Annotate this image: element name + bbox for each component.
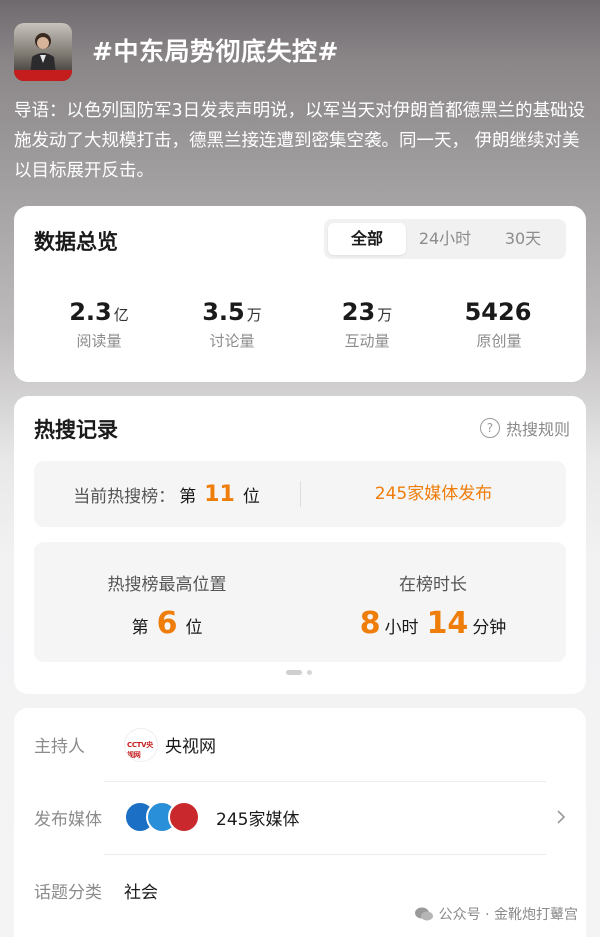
thumbnail-banner xyxy=(14,70,72,81)
stat-discussions: 3.5 万 讨论量 xyxy=(167,298,297,351)
duration-hours-unit: 小时 xyxy=(384,618,419,638)
category-label: 话题分类 xyxy=(34,883,102,903)
wechat-icon xyxy=(414,907,433,921)
media-row[interactable]: 发布媒体 245家媒体 xyxy=(34,781,566,854)
media-count: 245家媒体 xyxy=(216,810,300,830)
media-label: 发布媒体 xyxy=(34,810,102,830)
host-logo-text: CCTV央视网 xyxy=(127,741,153,759)
stat-label: 互动量 xyxy=(344,332,390,350)
indicator-dot xyxy=(307,670,312,675)
duration-hours: 8 xyxy=(359,606,381,641)
current-rank-number: 11 xyxy=(204,481,235,507)
topic-intro: 导语：以色列国防军3日发表声明说，以军当天对伊朗首都德黑兰的基础设施发动了大规模… xyxy=(14,101,586,181)
stat-value: 2.3 xyxy=(69,298,112,326)
tab-all[interactable]: 全部 xyxy=(328,223,406,255)
peak-stats-box: 热搜榜最高位置 第6位 在榜时长 8 小时 14 分钟 xyxy=(34,542,566,662)
peak-rank-label: 热搜榜最高位置 xyxy=(107,575,227,595)
indicator-active xyxy=(286,670,302,675)
overview-title: 数据总览 xyxy=(34,230,118,254)
rules-label: 热搜规则 xyxy=(505,420,570,439)
current-rank-prefix: 当前热搜榜： xyxy=(73,486,176,507)
stat-interactions: 23 万 互动量 xyxy=(302,298,432,351)
stat-reads: 2.3 亿 阅读量 xyxy=(34,298,164,351)
peak-rank: 第6位 xyxy=(34,606,300,641)
media-publish-count[interactable]: 245家媒体发布 xyxy=(301,461,566,527)
stat-label: 讨论量 xyxy=(209,332,255,350)
hot-search-rules-link[interactable]: ? 热搜规则 xyxy=(479,416,570,440)
stat-originals: 5426 原创量 xyxy=(434,298,564,351)
tab-24h[interactable]: 24小时 xyxy=(406,223,484,255)
duration-value: 8 小时 14 分钟 xyxy=(300,606,566,641)
stat-value: 3.5 xyxy=(202,298,245,326)
time-range-tabs: 全部 24小时 30天 xyxy=(324,219,566,259)
overview-card: 数据总览 全部 24小时 30天 2.3 亿 阅读量 3.5 万 讨论量 23 万 互… xyxy=(14,206,586,382)
category-value: 社会 xyxy=(124,883,158,903)
current-rank-di: 第 xyxy=(179,486,197,507)
hot-search-card: 热搜记录 ? 热搜规则 当前热搜榜： 第 11 位 245家媒体发布 热搜榜最高… xyxy=(14,396,586,694)
stat-label: 原创量 xyxy=(476,332,522,350)
current-rank-wei: 位 xyxy=(242,486,260,507)
watermark-text: 公众号 · 金靴炮打鼙宫 xyxy=(438,907,578,923)
chevron-right-icon xyxy=(557,810,566,824)
stat-unit: 万 xyxy=(246,306,262,324)
topic-info-card: 主持人 CCTV央视网 央视网 发布媒体 245家媒体 话题分类 社会 公众号 … xyxy=(14,708,586,937)
current-rank: 当前热搜榜： 第 11 位 xyxy=(34,461,299,527)
peak-rank-number: 6 xyxy=(156,606,178,641)
stat-value: 23 xyxy=(341,298,376,326)
topic-title: #中东局势彻底失控# xyxy=(92,37,339,66)
peak-rank-wei: 位 xyxy=(185,618,203,638)
stat-unit: 亿 xyxy=(113,306,129,324)
peak-rank-di: 第 xyxy=(131,618,149,638)
host-row[interactable]: 主持人 CCTV央视网 央视网 xyxy=(34,708,566,781)
hot-search-title: 热搜记录 xyxy=(34,418,118,442)
duration-label: 在榜时长 xyxy=(399,575,467,595)
stat-unit: 万 xyxy=(377,306,393,324)
duration-minutes-unit: 分钟 xyxy=(472,618,507,638)
topic-header: #中东局势彻底失控# 导语：以色列国防军3日发表声明说，以军当天对伊朗首都德黑兰… xyxy=(0,0,600,200)
watermark: 公众号 · 金靴炮打鼙宫 xyxy=(414,904,578,924)
media-logos xyxy=(124,801,200,833)
stat-value: 5426 xyxy=(464,298,532,326)
question-circle-icon: ? xyxy=(479,418,500,438)
host-label: 主持人 xyxy=(34,737,85,757)
tab-30d[interactable]: 30天 xyxy=(484,223,562,255)
duration-minutes: 14 xyxy=(426,606,469,641)
current-rank-box: 当前热搜榜： 第 11 位 245家媒体发布 xyxy=(34,461,566,527)
media-logo-icon xyxy=(168,801,200,833)
topic-thumbnail[interactable] xyxy=(14,23,72,81)
stat-label: 阅读量 xyxy=(76,332,122,350)
cctv-logo-icon: CCTV央视网 xyxy=(124,728,158,762)
host-name: 央视网 xyxy=(165,737,216,757)
news-anchor-thumbnail-icon xyxy=(30,33,56,75)
